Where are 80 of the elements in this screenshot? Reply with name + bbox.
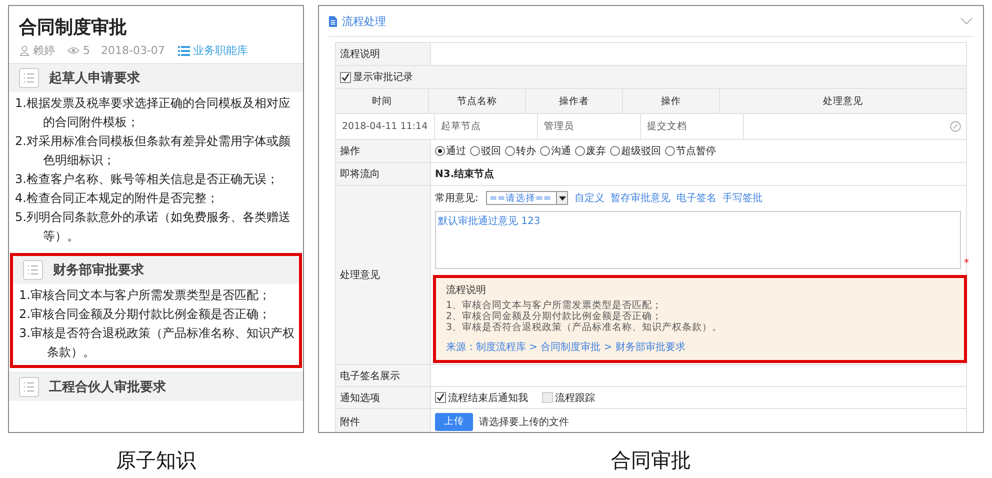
category-link[interactable]: 业务职能库: [178, 43, 248, 58]
requirement-text: 2.审核合同金额及分期付款比例金额是否正确；: [19, 306, 272, 323]
section-title: 工程合伙人审批要求: [49, 378, 166, 396]
field-label: 操作: [336, 140, 431, 162]
radio-button[interactable]: [610, 146, 620, 156]
note-text: 3、审核是否符合退税政策（产品标准名称、知识产权条款）。: [446, 322, 724, 333]
caption: 合同审批: [611, 447, 691, 474]
caption: 原子知识: [116, 447, 196, 474]
checkbox-label: 流程跟踪: [555, 392, 595, 404]
action-link[interactable]: 手写签批: [722, 191, 762, 205]
requirement-text: 4.检查合同正本规定的附件是否完整；: [15, 190, 220, 207]
radio-button[interactable]: [470, 146, 480, 156]
radio-button[interactable]: [665, 146, 675, 156]
table-cell: 起草节点: [435, 114, 538, 139]
field-label: 流程说明: [336, 43, 431, 65]
table-cell: 提交文档: [641, 114, 744, 139]
radio-button[interactable]: [505, 146, 515, 156]
column-header: 操作: [623, 89, 720, 113]
action-link[interactable]: 自定义: [574, 191, 604, 205]
radio-label: 超级驳回: [621, 144, 661, 158]
radio-label: 转办: [516, 144, 536, 158]
radio-button[interactable]: [540, 146, 550, 156]
checkbox-label: 显示审批记录: [353, 70, 413, 84]
upload-hint: 请选择要上传的文件: [479, 416, 569, 428]
requirement-text: 1.审核合同文本与客户所需发票类型是否匹配；: [19, 287, 272, 304]
checkbox[interactable]: [340, 72, 351, 82]
field-label: 即将流向: [336, 163, 431, 185]
source-link[interactable]: 来源：制度流程库 > 合同制度审批 > 财务部审批要求: [446, 340, 954, 354]
requirement-text: 5.列明合同条款意外的承诺（如免费服务、各类赠送等）。: [15, 209, 292, 245]
caret-icon: [558, 196, 566, 200]
edit-icon[interactable]: [950, 121, 961, 132]
checkbox[interactable]: [435, 392, 446, 403]
next-node-text: N3.结束节点: [435, 168, 494, 181]
list-icon: [19, 377, 39, 397]
requirement-text: 1.根据发票及税率要求选择正确的合同模板及相对应的合同附件模板；: [15, 95, 292, 131]
action-link[interactable]: 暂存审批意见: [610, 191, 670, 205]
list-icon: [19, 68, 39, 88]
opinion-field[interactable]: 默认审批通过意见 123: [435, 211, 961, 269]
radio-button[interactable]: [575, 146, 585, 156]
view-count: 5: [83, 44, 90, 57]
eye-icon: [67, 46, 80, 55]
upload-button[interactable]: 上传: [435, 412, 473, 430]
requirement-text: 2.对采用标准合同模板但条款有差异处需用字体或颜色明细标识；: [15, 133, 292, 169]
radio-label: 驳回: [481, 145, 501, 158]
required-mark: *: [964, 258, 969, 269]
opinion-dropdown[interactable]: ==请选择==: [486, 191, 568, 205]
field-label: 处理意见: [336, 186, 431, 364]
table-cell: 管理员: [538, 114, 641, 139]
panel-title: 流程处理: [342, 14, 386, 28]
section-title: 财务部审批要求: [53, 262, 144, 279]
note-title: 流程说明: [446, 284, 487, 297]
radio-label: 沟通: [551, 144, 571, 158]
field-label: 附件: [336, 409, 431, 432]
section-title: 起草人申请要求: [49, 70, 140, 87]
column-header: 时间: [336, 89, 429, 113]
column-header: 节点名称: [429, 89, 526, 113]
list-icon: [178, 46, 190, 56]
requirement-text: 3.审核是否符合退税政策（产品标准名称、知识产权条款）。: [19, 325, 295, 361]
column-header: 操作者: [526, 89, 623, 113]
field-label: 常用意见:: [435, 192, 478, 205]
radio-button[interactable]: [435, 146, 445, 156]
note-text: 2、审核合同金额及分期付款比例金额是否正确；: [446, 311, 664, 322]
radio-label: 节点暂停: [676, 144, 716, 158]
note-text: 1、审核合同文本与客户所需发票类型是否匹配；: [446, 300, 664, 311]
field-label: 电子签名展示: [336, 365, 431, 386]
requirement-text: 3.检查客户名称、账号等相关信息是否正确无误；: [15, 171, 280, 188]
author-name: 赖婷: [33, 43, 55, 58]
document-icon: [329, 16, 337, 26]
person-icon: [19, 45, 30, 56]
list-icon: [23, 260, 43, 280]
checkbox-label: 流程结束后通知我: [448, 392, 528, 404]
chevron-down-icon[interactable]: [960, 17, 973, 25]
action-link[interactable]: 电子签名: [676, 191, 716, 205]
field-label: 通知选项: [336, 387, 431, 408]
publish-date: 2018-03-07: [101, 44, 165, 57]
radio-label: 废弃: [586, 144, 606, 158]
radio-label: 通过: [446, 144, 466, 158]
article-title: 合同制度审批: [18, 16, 128, 40]
table-cell: 2018-04-11 11:14: [336, 114, 435, 139]
column-header: 处理意见: [822, 94, 864, 108]
